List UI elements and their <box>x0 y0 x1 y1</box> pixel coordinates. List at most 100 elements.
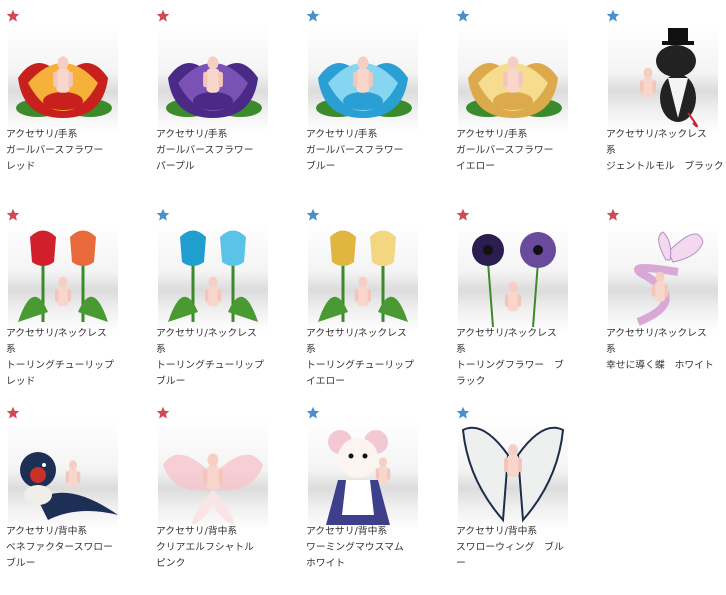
item-thumbnail[interactable] <box>608 222 718 332</box>
caption-variant: ブルー <box>306 161 336 172</box>
star-icon <box>306 8 320 22</box>
star-icon <box>6 8 20 22</box>
item-caption: アクセサリ/背中系ワーミングマウスマム ホワイト <box>306 524 446 572</box>
caption-variant: トーリングチューリップ <box>6 360 114 371</box>
item-caption: アクセサリ/背中系ベネファクタースワロー ブルー <box>6 524 146 572</box>
caption-category: アクセサリ/ネックレス <box>306 328 407 339</box>
caption-variant: ブルー <box>6 558 36 569</box>
item-thumbnail[interactable] <box>158 23 268 133</box>
caption-variant: パープル <box>156 161 195 172</box>
item-card[interactable]: アクセサリ/手系ガールバースフラワー パープル <box>156 8 296 198</box>
item-card[interactable]: アクセサリ/背中系ワーミングマウスマム ホワイト <box>306 405 446 595</box>
caption-name: ガールバースフラワー <box>306 145 404 156</box>
item-caption: アクセサリ/ネックレス系ジェントルモル ブラック <box>606 127 726 175</box>
caption-category: アクセサリ/手系 <box>306 129 378 140</box>
item-card[interactable]: アクセサリ/ネックレス系幸せに導く蝶 ホワイト <box>606 207 726 397</box>
caption-variant: イエロー <box>456 161 496 172</box>
item-caption: アクセサリ/手系ガールバースフラワー ブルー <box>306 127 446 175</box>
item-thumbnail[interactable] <box>158 420 268 530</box>
caption-variant: レッド <box>6 161 36 172</box>
item-thumbnail[interactable] <box>8 23 118 133</box>
item-card[interactable]: アクセサリ/背中系ベネファクタースワロー ブルー <box>6 405 146 595</box>
item-card[interactable]: アクセサリ/背中系スワローウィング ブルー <box>456 405 596 595</box>
caption-variant: トーリングフラワー ブ <box>456 360 564 371</box>
star-icon <box>456 207 470 221</box>
star-icon <box>156 405 170 419</box>
item-card[interactable]: アクセサリ/手系ガールバースフラワー レッド <box>6 8 146 198</box>
caption-name: ガールバースフラワー <box>156 145 254 156</box>
caption-variant2: ブルー <box>156 376 186 387</box>
caption-name: 系 <box>606 344 616 355</box>
star-icon <box>156 207 170 221</box>
caption-category: アクセサリ/背中系 <box>306 526 388 537</box>
caption-name: 系 <box>606 145 616 156</box>
item-caption: アクセサリ/ネックレス系トーリングフラワー ブラック <box>456 326 596 390</box>
star-icon <box>606 207 620 221</box>
item-thumbnail[interactable] <box>308 222 418 332</box>
star-icon <box>6 207 20 221</box>
item-thumbnail[interactable] <box>8 222 118 332</box>
caption-variant2: ラック <box>456 376 486 387</box>
caption-variant: ホワイト <box>306 558 346 569</box>
caption-category: アクセサリ/背中系 <box>6 526 88 537</box>
caption-name: 系 <box>306 344 316 355</box>
item-caption: アクセサリ/手系ガールバースフラワー イエロー <box>456 127 596 175</box>
item-caption: アクセサリ/背中系スワローウィング ブルー <box>456 524 596 572</box>
item-caption: アクセサリ/手系ガールバースフラワー レッド <box>6 127 146 175</box>
item-caption: アクセサリ/手系ガールバースフラワー パープル <box>156 127 296 175</box>
caption-variant2: イエロー <box>306 376 346 387</box>
caption-name: ワーミングマウスマム <box>306 542 404 553</box>
caption-name: 系 <box>156 344 166 355</box>
caption-category: アクセサリ/ネックレス <box>6 328 107 339</box>
item-thumbnail[interactable] <box>608 23 718 133</box>
item-caption: アクセサリ/背中系 クリアエルフシャトル ピンク <box>156 524 296 572</box>
caption-name: ベネファクタースワロー <box>6 542 113 553</box>
caption-variant: 幸せに導く蝶 ホワイト <box>606 360 714 371</box>
caption-category: アクセサリ/ネックレス <box>456 328 557 339</box>
item-caption: アクセサリ/ネックレス系幸せに導く蝶 ホワイト <box>606 326 726 374</box>
caption-name: ガールバースフラワー <box>456 145 554 156</box>
item-card[interactable]: アクセサリ/手系ガールバースフラワー イエロー <box>456 8 596 198</box>
item-thumbnail[interactable] <box>158 222 268 332</box>
caption-name: 系 <box>6 344 16 355</box>
caption-variant: ピンク <box>156 558 186 569</box>
star-icon <box>456 8 470 22</box>
item-caption: アクセサリ/ネックレス系トーリングチューリップ イエロー <box>306 326 446 390</box>
item-thumbnail[interactable] <box>458 222 568 332</box>
item-thumbnail[interactable] <box>458 420 568 530</box>
item-thumbnail[interactable] <box>308 23 418 133</box>
caption-category: アクセサリ/ネックレス <box>606 129 707 140</box>
caption-category: アクセサリ/手系 <box>456 129 528 140</box>
caption-name: クリアエルフシャトル <box>156 542 254 553</box>
item-card[interactable]: アクセサリ/ネックレス系トーリングチューリップ ブルー <box>156 207 296 397</box>
item-card[interactable]: アクセサリ/ネックレス系トーリングチューリップ イエロー <box>306 207 446 397</box>
star-icon <box>6 405 20 419</box>
item-thumbnail[interactable] <box>458 23 568 133</box>
caption-variant: ー <box>456 558 466 569</box>
caption-name: ガールバースフラワー <box>6 145 104 156</box>
item-card[interactable]: アクセサリ/ネックレス系ジェントルモル ブラック <box>606 8 726 198</box>
star-icon <box>306 207 320 221</box>
star-icon <box>456 405 470 419</box>
caption-category: アクセサリ/ネックレス <box>606 328 707 339</box>
caption-category: アクセサリ/手系 <box>6 129 78 140</box>
caption-category: アクセサリ/手系 <box>156 129 228 140</box>
caption-variant: ジェントルモル ブラック <box>606 161 724 172</box>
caption-variant2: レッド <box>6 376 36 387</box>
item-card[interactable]: アクセサリ/ネックレス系トーリングチューリップ レッド <box>6 207 146 397</box>
item-thumbnail[interactable] <box>308 420 418 530</box>
star-icon <box>156 8 170 22</box>
caption-category: アクセサリ/背中系 <box>456 526 538 537</box>
caption-name: スワローウィング ブル <box>456 542 564 553</box>
item-caption: アクセサリ/ネックレス系トーリングチューリップ ブルー <box>156 326 296 390</box>
caption-name: 系 <box>456 344 466 355</box>
item-card[interactable]: アクセサリ/ネックレス系トーリングフラワー ブラック <box>456 207 596 397</box>
caption-variant: トーリングチューリップ <box>306 360 414 371</box>
star-icon <box>606 8 620 22</box>
item-card[interactable]: アクセサリ/背中系 クリアエルフシャトル ピンク <box>156 405 296 595</box>
item-thumbnail[interactable] <box>8 420 118 530</box>
item-card[interactable]: アクセサリ/手系ガールバースフラワー ブルー <box>306 8 446 198</box>
star-icon <box>306 405 320 419</box>
item-caption: アクセサリ/ネックレス系トーリングチューリップ レッド <box>6 326 146 390</box>
caption-category: アクセサリ/ネックレス <box>156 328 257 339</box>
